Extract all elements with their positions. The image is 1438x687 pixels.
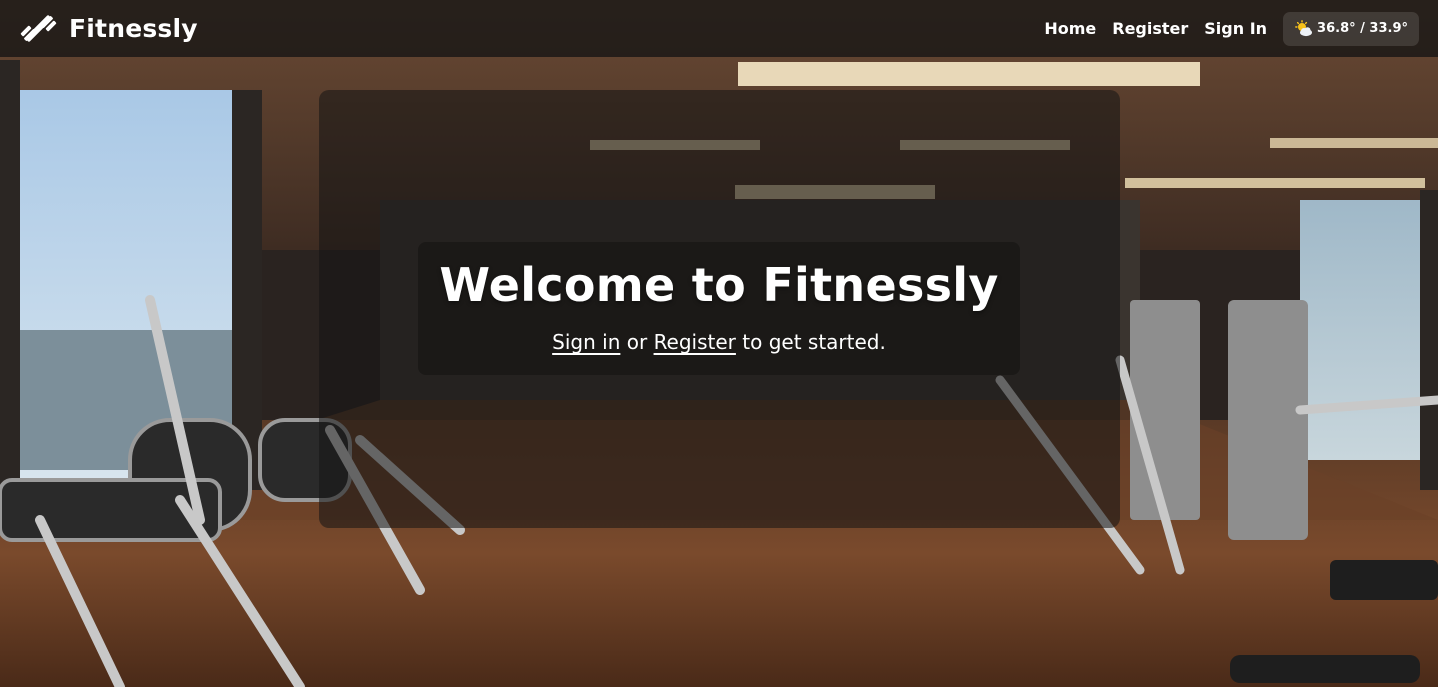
dumbbell-icon xyxy=(20,15,57,42)
hero-or-text: or xyxy=(620,330,654,354)
brand-name: Fitnessly xyxy=(69,14,198,43)
weather-widget: 36.8° / 33.9° xyxy=(1283,11,1419,46)
hero-subtitle: Sign in or Register to get started. xyxy=(0,330,1438,354)
hero-register-link[interactable]: Register xyxy=(654,330,736,354)
sun-behind-cloud-icon xyxy=(1295,19,1313,36)
hero-sign-in-link[interactable]: Sign in xyxy=(552,330,620,354)
top-navbar: Fitnessly Home Register Sign In 36.8° / … xyxy=(0,0,1438,57)
nav-home-link[interactable]: Home xyxy=(1036,0,1104,57)
hero-title: Welcome to Fitnessly xyxy=(439,258,999,312)
nav-links: Home Register Sign In 36.8° / 33.9° xyxy=(1036,0,1419,57)
weather-temperature: 36.8° / 33.9° xyxy=(1317,21,1408,36)
hero-suffix-text: to get started. xyxy=(735,330,886,354)
brand-logo-link[interactable]: Fitnessly xyxy=(20,10,198,47)
nav-sign-in-link[interactable]: Sign In xyxy=(1196,0,1275,57)
nav-register-link[interactable]: Register xyxy=(1104,0,1196,57)
